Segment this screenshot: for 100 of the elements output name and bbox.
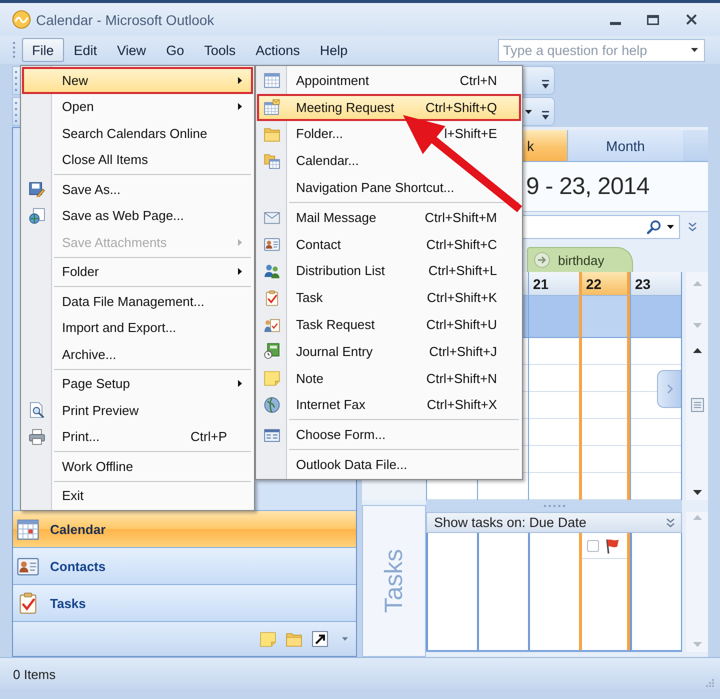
grip-icon[interactable] bbox=[15, 70, 18, 90]
print-preview-icon bbox=[29, 402, 45, 418]
menu-item[interactable]: Navigation Pane Shortcut... bbox=[257, 174, 521, 201]
clipboard-check-icon bbox=[264, 290, 280, 306]
folder-icon[interactable] bbox=[286, 631, 302, 647]
menu-item[interactable]: Actions bbox=[246, 38, 310, 62]
maximize-icon bbox=[647, 14, 659, 24]
calendar-icon bbox=[17, 518, 39, 540]
shortcut-text: Ctrl+Shift+L bbox=[428, 263, 497, 278]
toolbar-options-icon[interactable] bbox=[542, 80, 549, 89]
menu-item[interactable]: Print... Ctrl+P bbox=[22, 424, 253, 450]
menu-item[interactable]: View bbox=[107, 38, 156, 62]
shortcut-text: Ctrl+Shift+C bbox=[426, 236, 497, 252]
window-title: Calendar - Microsoft Outlook bbox=[36, 12, 214, 28]
flag-icon[interactable] bbox=[604, 538, 620, 554]
nav-button[interactable]: Contacts bbox=[13, 547, 356, 584]
clipboard-check-icon bbox=[17, 592, 39, 614]
menu-item[interactable]: New bbox=[22, 67, 253, 94]
dropdown-arrow-icon[interactable] bbox=[691, 48, 698, 52]
calendar-envelope-icon bbox=[264, 99, 280, 116]
category-tab[interactable]: birthday bbox=[527, 247, 634, 272]
dropdown-arrow-icon[interactable] bbox=[667, 225, 674, 229]
menu-item[interactable]: Choose Form... bbox=[257, 421, 521, 448]
search-icon[interactable] bbox=[647, 220, 661, 234]
menu-item[interactable]: Close All Items bbox=[22, 146, 253, 173]
all-day-cell bbox=[528, 296, 579, 338]
menu-item[interactable]: Exit bbox=[22, 482, 253, 509]
menu-item[interactable]: Contact Ctrl+Shift+C bbox=[257, 230, 521, 258]
menu-item[interactable]: Go bbox=[156, 38, 194, 62]
shortcut-text: Ctrl+N bbox=[460, 72, 497, 88]
task-checkbox[interactable] bbox=[587, 540, 599, 552]
view-tab[interactable]: Month bbox=[567, 130, 683, 161]
menu-item[interactable]: Data File Management... bbox=[22, 288, 253, 314]
contact-card-icon bbox=[264, 236, 280, 252]
view-tab[interactable]: k bbox=[522, 130, 567, 161]
menu-item[interactable]: Save as Web Page... bbox=[22, 202, 253, 229]
shortcut-text: l+Shift+E bbox=[444, 126, 497, 142]
menu-item[interactable]: Appointment Ctrl+N bbox=[257, 67, 521, 94]
menu-item[interactable]: Open bbox=[22, 94, 253, 120]
calendar-folder-icon bbox=[264, 152, 280, 169]
shortcut-text: Ctrl+P bbox=[190, 429, 227, 444]
double-chevron-icon[interactable] bbox=[666, 518, 675, 528]
toolbar-options-icon[interactable] bbox=[542, 111, 549, 120]
menu-item[interactable]: Task Ctrl+Shift+K bbox=[257, 284, 521, 312]
menu-item[interactable]: Folder... l+Shift+E bbox=[257, 120, 521, 148]
menu-item[interactable]: Archive... bbox=[22, 341, 253, 368]
minimize-icon bbox=[610, 22, 620, 25]
shortcut-text: Ctrl+Shift+Q bbox=[425, 100, 497, 115]
grip-icon[interactable] bbox=[13, 42, 16, 58]
dropdown-arrow-icon[interactable] bbox=[525, 110, 532, 114]
resize-grip-icon[interactable] bbox=[705, 678, 714, 687]
clipboard-person-icon bbox=[264, 316, 280, 333]
menu-item[interactable]: Task Request Ctrl+Shift+U bbox=[257, 311, 521, 338]
all-day-cell bbox=[579, 296, 630, 338]
form-icon bbox=[264, 426, 280, 443]
menu-item[interactable]: Journal Entry Ctrl+Shift+J bbox=[257, 338, 521, 365]
day-header: 23 bbox=[630, 272, 681, 296]
menu-item[interactable]: Edit bbox=[64, 38, 108, 62]
day-header: 22 bbox=[579, 272, 630, 296]
menu-item[interactable]: Internet Fax Ctrl+Shift+X bbox=[257, 392, 521, 418]
menu-item[interactable]: Import and Export... bbox=[22, 314, 253, 341]
nav-button[interactable]: Tasks bbox=[13, 584, 356, 621]
menu-item[interactable]: File bbox=[22, 38, 64, 62]
menu-item[interactable]: Save As... bbox=[22, 176, 253, 202]
scroll-thumb[interactable] bbox=[690, 398, 704, 412]
menu-item[interactable]: Search Calendars Online bbox=[22, 120, 253, 146]
scrollbar[interactable] bbox=[686, 338, 708, 500]
help-search-field[interactable]: Type a question for help bbox=[498, 38, 705, 62]
save-as-icon bbox=[29, 181, 45, 198]
task-header-text: Show tasks on: Due Date bbox=[434, 515, 586, 530]
scroll-down-icon[interactable] bbox=[692, 490, 702, 495]
shortcut-text: Ctrl+Shift+J bbox=[429, 344, 497, 359]
menu-item[interactable]: Mail Message Ctrl+Shift+M bbox=[257, 204, 521, 231]
shortcut-text: Ctrl+Shift+K bbox=[426, 290, 497, 306]
nav-button[interactable]: Calendar bbox=[13, 510, 356, 547]
grip-icon[interactable] bbox=[15, 102, 18, 122]
menu-item[interactable]: Print Preview bbox=[22, 397, 253, 424]
people-icon bbox=[264, 262, 280, 279]
folder-icon bbox=[264, 126, 280, 142]
menu-item[interactable]: Help bbox=[310, 38, 358, 62]
scroll-up-icon[interactable] bbox=[692, 348, 702, 353]
contact-card-icon bbox=[17, 555, 39, 577]
side-tab[interactable] bbox=[657, 370, 681, 408]
chevron-right-icon bbox=[666, 384, 672, 394]
menu-item[interactable]: Note Ctrl+Shift+N bbox=[257, 364, 521, 392]
menu-item[interactable]: Folder bbox=[22, 258, 253, 285]
calendar-grid-icon bbox=[264, 72, 280, 88]
sticky-note-icon[interactable] bbox=[260, 631, 276, 647]
menu-item[interactable]: Page Setup bbox=[22, 370, 253, 397]
menu-item[interactable]: Outlook Data File... bbox=[257, 451, 521, 478]
web-page-icon bbox=[29, 208, 45, 224]
envelope-icon bbox=[264, 209, 280, 226]
date-range: 9 - 23, 2014 bbox=[526, 172, 650, 200]
menu-item[interactable]: Distribution List Ctrl+Shift+L bbox=[257, 258, 521, 284]
menu-item[interactable]: Tools bbox=[194, 38, 246, 62]
globe-icon bbox=[264, 396, 280, 413]
double-chevron-icon[interactable] bbox=[688, 222, 697, 232]
menu-item[interactable]: Work Offline bbox=[22, 453, 253, 480]
menu-item[interactable]: Meeting Request Ctrl+Shift+Q bbox=[257, 94, 521, 121]
menu-item[interactable]: Calendar... bbox=[257, 147, 521, 174]
